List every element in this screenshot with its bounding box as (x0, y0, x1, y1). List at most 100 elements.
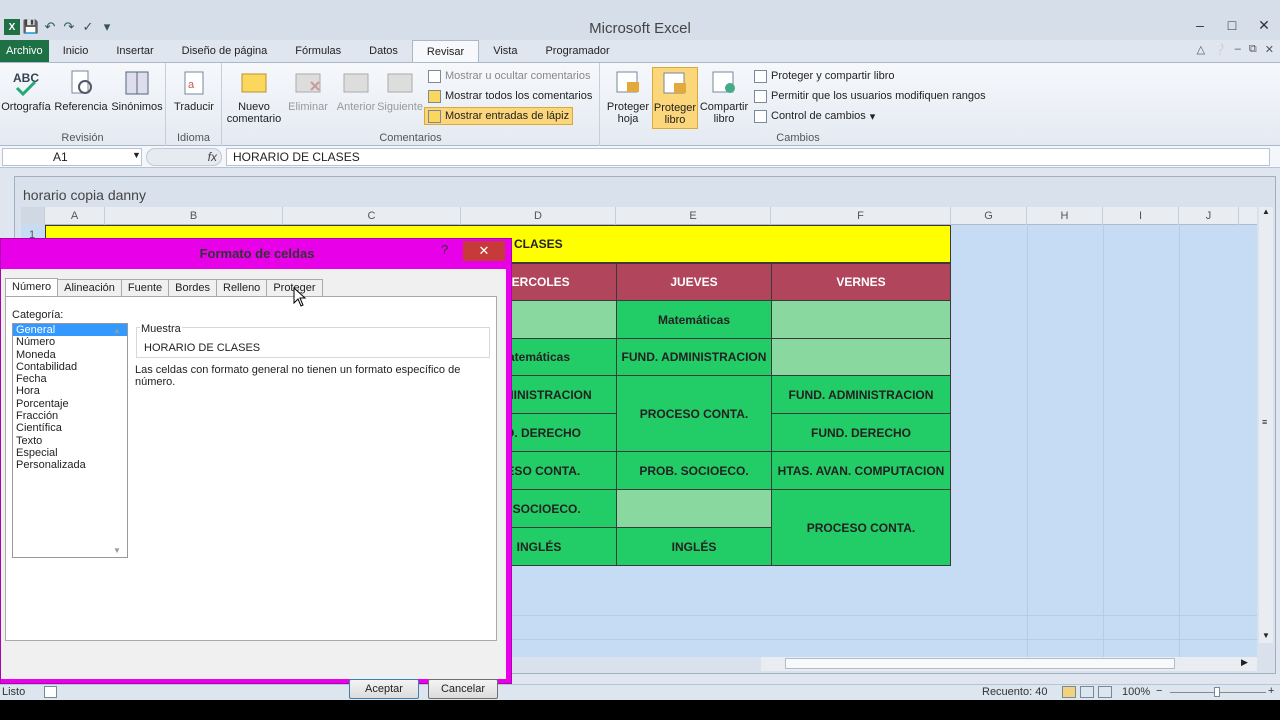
header-cell-viernes[interactable]: VERNES (771, 263, 951, 301)
column-header[interactable]: B (105, 207, 283, 225)
list-item[interactable]: Especial (13, 447, 127, 459)
schedule-cell[interactable] (771, 338, 951, 376)
schedule-cell[interactable]: PROCESO CONTA. (771, 489, 951, 566)
workbook-restore-icon[interactable]: ⧉ (1249, 43, 1257, 56)
schedule-cell[interactable]: FUND. ADMINISTRACION (771, 375, 951, 414)
tab-datos[interactable]: Datos (355, 40, 412, 62)
tab-fuente[interactable]: Fuente (120, 279, 170, 297)
header-cell-jueves[interactable]: JUEVES (616, 263, 772, 301)
proteger-compartir-button[interactable]: Proteger y compartir libro (754, 67, 895, 85)
check-icon[interactable]: ✓ (80, 19, 96, 35)
macro-record-icon[interactable] (44, 686, 57, 698)
scroll-down-icon[interactable]: ▼ (1262, 631, 1270, 640)
tab-alineacion[interactable]: Alineación (57, 279, 122, 297)
zoom-level[interactable]: 100% (1122, 686, 1150, 698)
column-header[interactable]: J (1179, 207, 1239, 225)
anterior-button[interactable]: Anterior (332, 67, 380, 113)
workbook-minimize-icon[interactable]: – (1235, 43, 1241, 56)
list-item[interactable]: Hora (13, 385, 127, 397)
insert-function-button[interactable]: fx (146, 148, 222, 166)
mostrar-entradas-lapiz-button[interactable]: Mostrar entradas de lápiz (424, 107, 574, 125)
column-header[interactable]: G (951, 207, 1027, 225)
schedule-cell[interactable]: HTAS. AVAN. COMPUTACION (771, 451, 951, 490)
list-item[interactable]: Moneda (13, 349, 127, 361)
zoom-in-icon[interactable]: + (1268, 685, 1274, 697)
list-scroll-down-icon[interactable]: ▼ (113, 546, 121, 555)
list-item[interactable]: Fecha (13, 373, 127, 385)
compartir-libro-button[interactable]: Compartir libro (700, 67, 748, 125)
namebox-dropdown-icon[interactable]: ▼ (132, 150, 141, 160)
tab-revisar[interactable]: Revisar (411, 40, 480, 62)
zoom-slider-thumb[interactable] (1214, 687, 1220, 697)
close-icon[interactable]: ✕ (1248, 14, 1280, 36)
list-item[interactable]: Texto (13, 435, 127, 447)
schedule-cell[interactable]: FUND. DERECHO (771, 413, 951, 452)
traducir-button[interactable]: a Traducir (170, 67, 218, 113)
column-header[interactable]: D (461, 207, 616, 225)
mostrar-todos-comentarios-button[interactable]: Mostrar todos los comentarios (428, 87, 592, 105)
redo-icon[interactable]: ↷ (61, 19, 77, 35)
vertical-scrollbar[interactable]: ▲ ≡ ▼ (1259, 207, 1273, 643)
eliminar-button[interactable]: Eliminar (284, 67, 332, 113)
list-item[interactable]: Contabilidad (13, 361, 127, 373)
referencia-button[interactable]: Referencia (54, 67, 108, 113)
zoom-out-icon[interactable]: − (1156, 685, 1162, 697)
schedule-cell[interactable]: FUND. ADMINISTRACION (616, 338, 772, 376)
page-break-icon[interactable] (1098, 686, 1112, 698)
select-all-corner[interactable] (21, 207, 45, 225)
list-item[interactable]: Porcentaje (13, 398, 127, 410)
column-header[interactable]: A (45, 207, 105, 225)
scroll-right-icon[interactable]: ▶ (1241, 657, 1248, 668)
save-icon[interactable]: 💾 (23, 19, 39, 35)
ok-button[interactable]: Aceptar (349, 679, 419, 699)
column-header[interactable]: F (771, 207, 951, 225)
scroll-up-icon[interactable]: ▲ (1262, 207, 1270, 216)
help-icon[interactable]: ? (441, 242, 448, 257)
column-header[interactable]: I (1103, 207, 1179, 225)
tab-relleno[interactable]: Relleno (216, 279, 268, 297)
schedule-cell[interactable] (616, 489, 772, 528)
tab-insertar[interactable]: Insertar (102, 40, 167, 62)
proteger-libro-button[interactable]: Proteger libro (652, 67, 698, 129)
proteger-hoja-button[interactable]: Proteger hoja (604, 67, 652, 125)
schedule-cell[interactable]: PROCESO CONTA. (616, 375, 772, 452)
cancel-button[interactable]: Cancelar (428, 679, 498, 699)
column-header[interactable]: E (616, 207, 771, 225)
minimize-icon[interactable]: – (1184, 14, 1216, 36)
list-item[interactable]: General (13, 324, 127, 337)
tab-vista[interactable]: Vista (479, 40, 531, 62)
schedule-cell[interactable]: PROB. SOCIOECO. (616, 451, 772, 490)
ortografia-button[interactable]: ABC Ortografía (1, 67, 51, 113)
permitir-usuarios-button[interactable]: Permitir que los usuarios modifiquen ran… (754, 87, 986, 105)
dialog-close-button[interactable]: ✕ (463, 241, 505, 261)
tab-formulas[interactable]: Fórmulas (281, 40, 355, 62)
name-box[interactable]: A1 (2, 148, 142, 166)
schedule-cell[interactable] (771, 300, 951, 339)
list-item[interactable]: Número (13, 336, 127, 348)
formula-input[interactable]: HORARIO DE CLASES (226, 148, 1270, 166)
list-item[interactable]: Personalizada (13, 459, 127, 471)
column-header[interactable]: H (1027, 207, 1103, 225)
list-item[interactable]: Fracción (13, 410, 127, 422)
schedule-cell[interactable]: INGLÉS (616, 527, 772, 566)
scroll-thumb[interactable] (785, 658, 1175, 669)
maximize-icon[interactable]: □ (1216, 14, 1248, 36)
normal-view-icon[interactable] (1062, 686, 1076, 698)
tab-programador[interactable]: Programador (531, 40, 623, 62)
sinonimos-button[interactable]: Sinónimos (110, 67, 164, 113)
list-item[interactable]: Científica (13, 422, 127, 434)
schedule-cell[interactable]: Matemáticas (616, 300, 772, 339)
scroll-grip-icon[interactable]: ≡ (1262, 417, 1267, 427)
help-icon[interactable]: ❔ (1213, 43, 1227, 56)
tab-inicio[interactable]: Inicio (49, 40, 103, 62)
minimize-ribbon-icon[interactable]: △ (1197, 43, 1205, 56)
tab-diseno[interactable]: Diseño de página (168, 40, 282, 62)
page-layout-icon[interactable] (1080, 686, 1094, 698)
customize-icon[interactable]: ▾ (99, 19, 115, 35)
control-cambios-button[interactable]: Control de cambios ▾ (754, 107, 875, 125)
column-header[interactable]: C (283, 207, 461, 225)
list-scroll-up-icon[interactable]: ▲ (113, 326, 121, 335)
tab-numero[interactable]: Número (5, 278, 59, 297)
siguiente-button[interactable]: Siguiente (374, 67, 426, 113)
workbook-close-icon[interactable]: ✕ (1265, 43, 1274, 56)
